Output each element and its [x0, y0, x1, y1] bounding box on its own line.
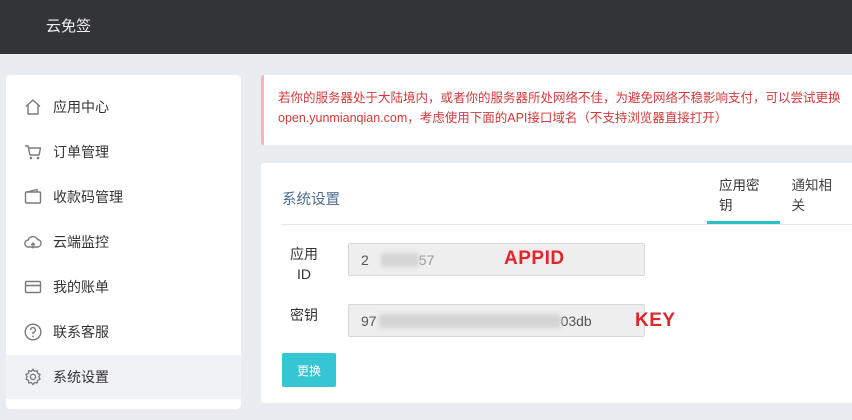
sidebar-item-monitor[interactable]: 云端监控	[6, 220, 241, 264]
sidebar-item-label: 应用中心	[53, 99, 109, 115]
gear-icon	[22, 366, 44, 388]
sidebar-item-settings[interactable]: 系统设置	[6, 355, 241, 399]
notice-line-1: 若你的服务器处于大陆境内，或者你的服务器所处网络不佳，为避免网络不稳影响支付，可…	[278, 91, 841, 105]
key-label: 密钥	[290, 307, 318, 323]
redaction-blur	[380, 252, 419, 267]
cloud-icon	[22, 231, 44, 253]
sidebar-item-support[interactable]: 联系客服	[6, 310, 241, 354]
help-icon	[22, 321, 44, 343]
appid-suffix: 57	[418, 251, 435, 268]
sidebar-item-app-center[interactable]: 应用中心	[6, 85, 241, 129]
change-key-button[interactable]: 更换	[282, 353, 336, 387]
sidebar-item-label: 订单管理	[53, 144, 109, 160]
sidebar-item-label: 云端监控	[53, 234, 109, 250]
top-bar: 云免签	[0, 0, 852, 54]
appid-label-line-1: 应用	[290, 246, 318, 262]
key-field[interactable]: 97 03db	[348, 304, 645, 337]
tab-app-key[interactable]: 应用密钥	[707, 163, 780, 224]
home-icon	[22, 96, 44, 118]
sidebar-item-label: 系统设置	[53, 369, 109, 385]
sidebar-item-qrcode[interactable]: 收款码管理	[6, 175, 241, 219]
tab-notification[interactable]: 通知相关	[780, 163, 852, 224]
panel-title: 系统设置	[282, 192, 340, 208]
warning-notice: 若你的服务器处于大陆境内，或者你的服务器所处网络不佳，为避免网络不稳影响支付，可…	[261, 75, 852, 145]
key-prefix: 97	[361, 312, 377, 329]
sidebar-item-label: 我的账单	[53, 279, 109, 295]
appid-prefix: 2	[361, 251, 369, 268]
notice-line-2: open.yunmianqian.com，考虑使用下面的API接口域名（不支持浏…	[278, 111, 728, 125]
appid-annotation: APPID	[504, 248, 565, 269]
appid-field[interactable]: 2 57	[348, 243, 645, 276]
sidebar-item-label: 收款码管理	[53, 189, 123, 205]
cart-icon	[22, 141, 44, 163]
card-icon	[22, 276, 44, 298]
settings-panel: 系统设置 应用密钥 通知相关 应用 ID 2 57 APPID 密钥 97 03…	[261, 163, 852, 403]
settings-tabs: 应用密钥 通知相关	[707, 163, 852, 224]
divider	[281, 224, 852, 225]
wallet-icon	[22, 186, 44, 208]
sidebar-item-orders[interactable]: 订单管理	[6, 130, 241, 174]
sidebar-item-bills[interactable]: 我的账单	[6, 265, 241, 309]
sidebar: 应用中心 订单管理 收款码管理 云端监控 我的账单 联系客服 系统设置	[6, 75, 241, 409]
brand-title: 云免签	[46, 18, 92, 35]
appid-label-line-2: ID	[297, 266, 311, 282]
redaction-blur	[378, 313, 561, 328]
key-annotation: KEY	[635, 310, 676, 331]
appid-label: 应用 ID	[289, 244, 319, 284]
key-suffix: 03db	[560, 312, 592, 329]
sidebar-item-label: 联系客服	[53, 324, 109, 340]
